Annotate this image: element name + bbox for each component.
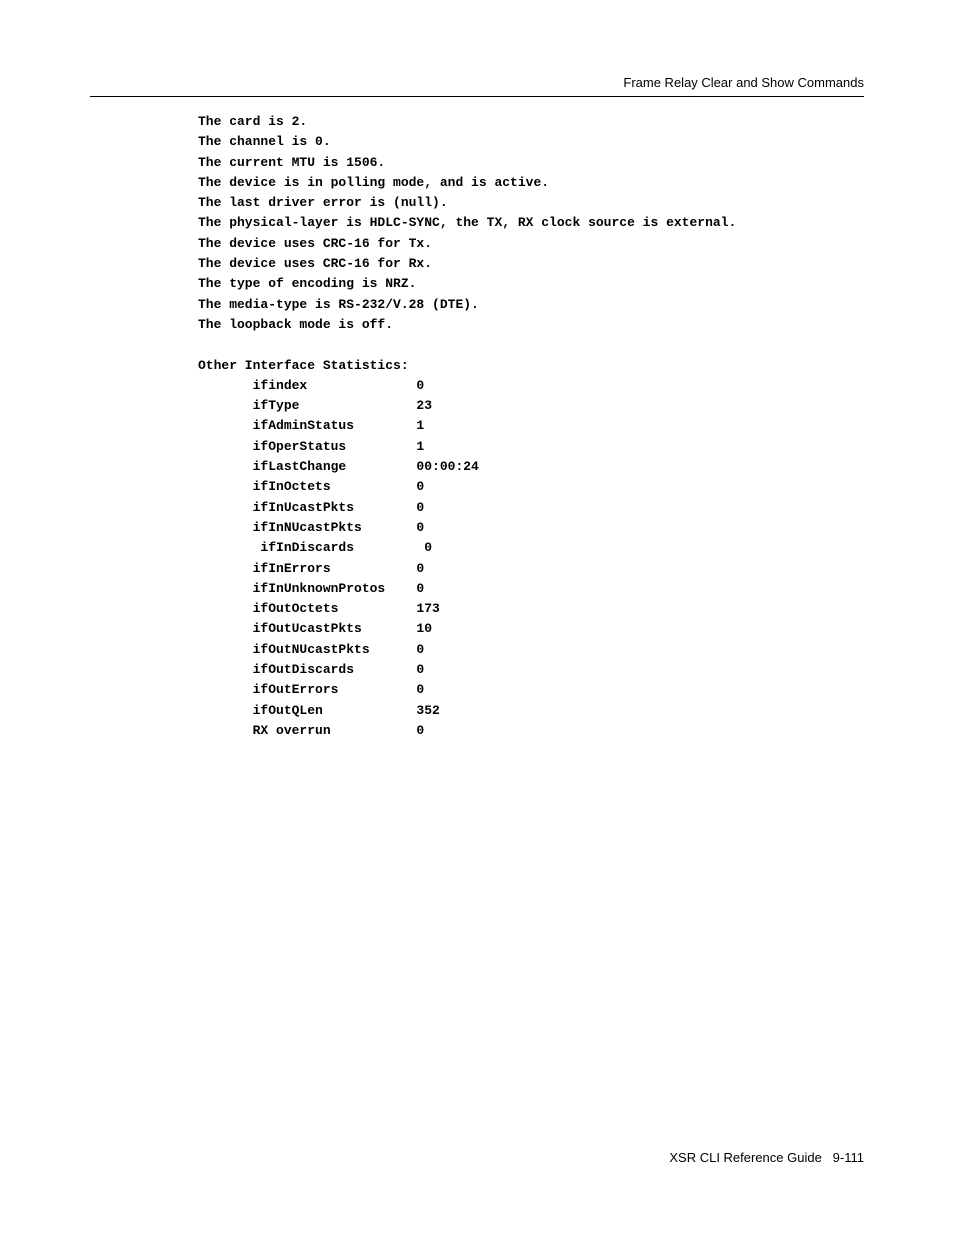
page-footer: XSR CLI Reference Guide 9-111 [669, 1150, 864, 1165]
footer-book-title: XSR CLI Reference Guide [669, 1150, 821, 1165]
stat-row: ifOutOctets 173 [198, 599, 864, 619]
output-line: The current MTU is 1506. [198, 153, 864, 173]
stat-row: ifOperStatus 1 [198, 437, 864, 457]
output-line: The type of encoding is NRZ. [198, 274, 864, 294]
stat-row: ifOutUcastPkts 10 [198, 619, 864, 639]
stat-row: RX overrun 0 [198, 721, 864, 741]
stat-row: ifInOctets 0 [198, 477, 864, 497]
stat-row: ifOutDiscards 0 [198, 660, 864, 680]
stat-row: ifInDiscards 0 [198, 538, 864, 558]
stat-row: ifOutQLen 352 [198, 701, 864, 721]
output-line: The last driver error is (null). [198, 193, 864, 213]
header-title: Frame Relay Clear and Show Commands [90, 75, 864, 90]
stat-row: ifLastChange 00:00:24 [198, 457, 864, 477]
stat-row: ifInNUcastPkts 0 [198, 518, 864, 538]
stat-row: ifInErrors 0 [198, 559, 864, 579]
stat-row: ifOutErrors 0 [198, 680, 864, 700]
header-rule [90, 96, 864, 97]
stat-row: ifInUnknownProtos 0 [198, 579, 864, 599]
stat-row: ifInUcastPkts 0 [198, 498, 864, 518]
stat-row: ifindex 0 [198, 376, 864, 396]
blank-line [198, 335, 864, 355]
output-line: The card is 2. [198, 112, 864, 132]
page: Frame Relay Clear and Show Commands The … [0, 0, 954, 1235]
stat-row: ifOutNUcastPkts 0 [198, 640, 864, 660]
terminal-output: The card is 2.The channel is 0.The curre… [198, 112, 864, 741]
output-line: The device uses CRC-16 for Tx. [198, 234, 864, 254]
output-line: The device uses CRC-16 for Rx. [198, 254, 864, 274]
footer-page-number: 9-111 [833, 1150, 864, 1165]
output-line: The device is in polling mode, and is ac… [198, 173, 864, 193]
output-line: The loopback mode is off. [198, 315, 864, 335]
output-line: The media-type is RS-232/V.28 (DTE). [198, 295, 864, 315]
stat-row: ifAdminStatus 1 [198, 416, 864, 436]
stats-header: Other Interface Statistics: [198, 356, 864, 376]
stat-row: ifType 23 [198, 396, 864, 416]
page-header: Frame Relay Clear and Show Commands [90, 75, 864, 97]
output-line: The physical-layer is HDLC-SYNC, the TX,… [198, 213, 864, 233]
output-line: The channel is 0. [198, 132, 864, 152]
